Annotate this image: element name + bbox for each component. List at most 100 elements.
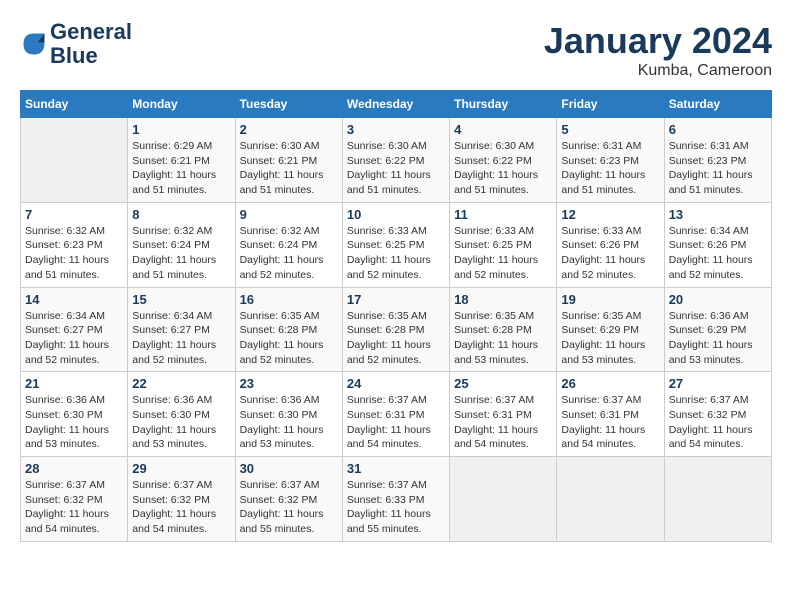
- day-info: Sunrise: 6:33 AMSunset: 6:26 PMDaylight:…: [561, 224, 659, 283]
- day-info: Sunrise: 6:36 AMSunset: 6:30 PMDaylight:…: [25, 393, 123, 452]
- day-info: Sunrise: 6:32 AMSunset: 6:24 PMDaylight:…: [132, 224, 230, 283]
- sunset-text: Sunset: 6:24 PM: [240, 239, 318, 251]
- sunrise-text: Sunrise: 6:33 AM: [347, 225, 427, 237]
- daylight-text: Daylight: 11 hours and 51 minutes.: [454, 169, 538, 196]
- calendar-cell: 7Sunrise: 6:32 AMSunset: 6:23 PMDaylight…: [21, 202, 128, 287]
- calendar-week-2: 7Sunrise: 6:32 AMSunset: 6:23 PMDaylight…: [21, 202, 772, 287]
- day-info: Sunrise: 6:37 AMSunset: 6:32 PMDaylight:…: [132, 478, 230, 537]
- sunrise-text: Sunrise: 6:34 AM: [669, 225, 749, 237]
- weekday-header-friday: Friday: [557, 91, 664, 118]
- day-info: Sunrise: 6:37 AMSunset: 6:32 PMDaylight:…: [240, 478, 338, 537]
- day-info: Sunrise: 6:35 AMSunset: 6:28 PMDaylight:…: [240, 309, 338, 368]
- day-number: 7: [25, 207, 123, 222]
- day-info: Sunrise: 6:37 AMSunset: 6:32 PMDaylight:…: [669, 393, 767, 452]
- sunset-text: Sunset: 6:23 PM: [25, 239, 103, 251]
- day-info: Sunrise: 6:31 AMSunset: 6:23 PMDaylight:…: [669, 139, 767, 198]
- daylight-text: Daylight: 11 hours and 51 minutes.: [240, 169, 324, 196]
- calendar-cell: 5Sunrise: 6:31 AMSunset: 6:23 PMDaylight…: [557, 118, 664, 203]
- day-info: Sunrise: 6:30 AMSunset: 6:22 PMDaylight:…: [347, 139, 445, 198]
- daylight-text: Daylight: 11 hours and 52 minutes.: [240, 254, 324, 281]
- calendar-week-3: 14Sunrise: 6:34 AMSunset: 6:27 PMDayligh…: [21, 287, 772, 372]
- sunrise-text: Sunrise: 6:37 AM: [669, 394, 749, 406]
- day-info: Sunrise: 6:30 AMSunset: 6:21 PMDaylight:…: [240, 139, 338, 198]
- day-info: Sunrise: 6:36 AMSunset: 6:29 PMDaylight:…: [669, 309, 767, 368]
- day-info: Sunrise: 6:35 AMSunset: 6:28 PMDaylight:…: [454, 309, 552, 368]
- calendar-cell: 20 Sunrise: 6:36 AMSunset: 6:29 PMDayligh…: [664, 287, 771, 372]
- daylight-text: Daylight: 11 hours and 51 minutes.: [669, 169, 753, 196]
- weekday-header-saturday: Saturday: [664, 91, 771, 118]
- daylight-text: Daylight: 11 hours and 51 minutes.: [132, 169, 216, 196]
- sunset-text: Sunset: 6:25 PM: [454, 239, 532, 251]
- daylight-text: Daylight: 11 hours and 51 minutes.: [347, 169, 431, 196]
- sunrise-text: Sunrise: 6:33 AM: [561, 225, 641, 237]
- sunset-text: Sunset: 6:24 PM: [132, 239, 210, 251]
- daylight-text: Daylight: 11 hours and 52 minutes.: [347, 339, 431, 366]
- day-number: 20: [669, 292, 767, 307]
- daylight-text: Daylight: 11 hours and 54 minutes.: [25, 508, 109, 535]
- day-number: 18: [454, 292, 552, 307]
- calendar-cell: 2 Sunrise: 6:30 AMSunset: 6:21 PMDaylight…: [235, 118, 342, 203]
- day-info: Sunrise: 6:34 AMSunset: 6:27 PMDaylight:…: [25, 309, 123, 368]
- sunrise-text: Sunrise: 6:34 AM: [25, 310, 105, 322]
- day-info: Sunrise: 6:31 AMSunset: 6:23 PMDaylight:…: [561, 139, 659, 198]
- sunrise-text: Sunrise: 6:36 AM: [669, 310, 749, 322]
- sunset-text: Sunset: 6:30 PM: [240, 409, 318, 421]
- sunset-text: Sunset: 6:26 PM: [669, 239, 747, 251]
- sunset-text: Sunset: 6:27 PM: [132, 324, 210, 336]
- day-number: 17: [347, 292, 445, 307]
- day-info: Sunrise: 6:30 AMSunset: 6:22 PMDaylight:…: [454, 139, 552, 198]
- day-info: Sunrise: 6:37 AMSunset: 6:32 PMDaylight:…: [25, 478, 123, 537]
- sunset-text: Sunset: 6:22 PM: [454, 155, 532, 167]
- day-number: 25: [454, 376, 552, 391]
- day-info: Sunrise: 6:29 AMSunset: 6:21 PMDaylight:…: [132, 139, 230, 198]
- sunrise-text: Sunrise: 6:29 AM: [132, 140, 212, 152]
- calendar-cell: 1Sunrise: 6:29 AMSunset: 6:21 PMDaylight…: [128, 118, 235, 203]
- sunrise-text: Sunrise: 6:34 AM: [132, 310, 212, 322]
- daylight-text: Daylight: 11 hours and 51 minutes.: [132, 254, 216, 281]
- calendar-cell: 14 Sunrise: 6:34 AMSunset: 6:27 PMDayligh…: [21, 287, 128, 372]
- title-block: January 2024 Kumba, Cameroon: [544, 20, 772, 80]
- sunrise-text: Sunrise: 6:37 AM: [454, 394, 534, 406]
- calendar-cell: 29Sunrise: 6:37 AMSunset: 6:32 PMDayligh…: [128, 457, 235, 542]
- logo-icon: [20, 30, 48, 58]
- sunset-text: Sunset: 6:30 PM: [132, 409, 210, 421]
- calendar-cell: 17Sunrise: 6:35 AMSunset: 6:28 PMDayligh…: [342, 287, 449, 372]
- calendar-cell: 21Sunrise: 6:36 AMSunset: 6:30 PMDayligh…: [21, 372, 128, 457]
- sunrise-text: Sunrise: 6:31 AM: [669, 140, 749, 152]
- day-number: 11: [454, 207, 552, 222]
- day-number: 28: [25, 461, 123, 476]
- sunrise-text: Sunrise: 6:37 AM: [561, 394, 641, 406]
- sunrise-text: Sunrise: 6:35 AM: [240, 310, 320, 322]
- day-number: 16: [240, 292, 338, 307]
- page-header: General Blue January 2024 Kumba, Cameroo…: [20, 20, 772, 80]
- day-number: 14: [25, 292, 123, 307]
- calendar-cell: 22Sunrise: 6:36 AMSunset: 6:30 PMDayligh…: [128, 372, 235, 457]
- weekday-header-monday: Monday: [128, 91, 235, 118]
- sunset-text: Sunset: 6:28 PM: [454, 324, 532, 336]
- day-number: 22: [132, 376, 230, 391]
- calendar-cell: 4 Sunrise: 6:30 AMSunset: 6:22 PMDaylight…: [450, 118, 557, 203]
- sunset-text: Sunset: 6:29 PM: [561, 324, 639, 336]
- day-number: 31: [347, 461, 445, 476]
- day-number: 4: [454, 122, 552, 137]
- calendar-table: SundayMondayTuesdayWednesdayThursdayFrid…: [20, 90, 772, 542]
- day-number: 30: [240, 461, 338, 476]
- calendar-cell: 13Sunrise: 6:34 AMSunset: 6:26 PMDayligh…: [664, 202, 771, 287]
- calendar-week-5: 28Sunrise: 6:37 AMSunset: 6:32 PMDayligh…: [21, 457, 772, 542]
- daylight-text: Daylight: 11 hours and 54 minutes.: [347, 424, 431, 451]
- sunrise-text: Sunrise: 6:31 AM: [561, 140, 641, 152]
- calendar-cell: 23Sunrise: 6:36 AMSunset: 6:30 PMDayligh…: [235, 372, 342, 457]
- day-number: 2: [240, 122, 338, 137]
- sunset-text: Sunset: 6:32 PM: [240, 494, 318, 506]
- sunrise-text: Sunrise: 6:30 AM: [240, 140, 320, 152]
- day-number: 24: [347, 376, 445, 391]
- day-info: Sunrise: 6:33 AMSunset: 6:25 PMDaylight:…: [454, 224, 552, 283]
- day-number: 9: [240, 207, 338, 222]
- day-number: 6: [669, 122, 767, 137]
- daylight-text: Daylight: 11 hours and 55 minutes.: [240, 508, 324, 535]
- day-number: 8: [132, 207, 230, 222]
- day-info: Sunrise: 6:34 AM Sunset: 6:26 PM Daylight:…: [669, 224, 767, 283]
- sunrise-text: Sunrise: 6:37 AM: [347, 479, 427, 491]
- daylight-text: Daylight: 11 hours and 52 minutes.: [669, 254, 753, 281]
- day-info: Sunrise: 6:36 AMSunset: 6:30 PMDaylight:…: [240, 393, 338, 452]
